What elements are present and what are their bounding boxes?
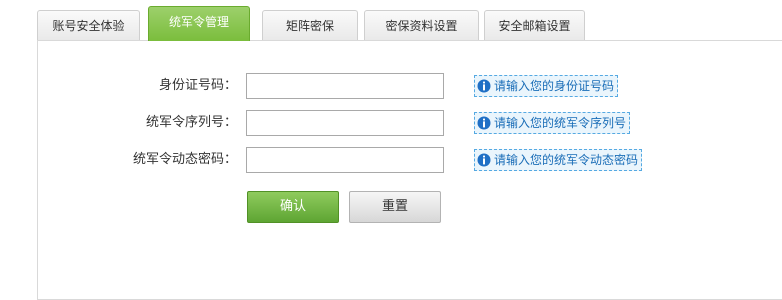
id-number-label: 身份证号码： xyxy=(158,78,237,93)
tab-bar: 账号安全体验 统军令管理 矩阵密保 密保资料设置 安全邮箱设置 xyxy=(0,0,782,42)
info-icon xyxy=(477,153,491,167)
reset-button[interactable]: 重置 xyxy=(349,191,441,223)
info-icon xyxy=(477,116,491,130)
id-number-row: 身份证号码： 请输入您的身份证号码 xyxy=(0,73,782,99)
info-icon xyxy=(477,79,491,93)
token-serial-label: 统军令序列号： xyxy=(145,115,237,130)
id-number-hint: 请输入您的身份证号码 xyxy=(474,75,619,97)
token-password-input[interactable] xyxy=(246,147,444,173)
tab-token-management[interactable]: 统军令管理 xyxy=(148,6,250,41)
token-serial-row: 统军令序列号： 请输入您的统军令序列号 xyxy=(0,110,782,136)
token-password-hint: 请输入您的统军令动态密码 xyxy=(474,149,643,171)
tab-matrix-security[interactable]: 矩阵密保 xyxy=(262,10,358,40)
token-password-label: 统军令动态密码： xyxy=(132,152,237,167)
token-serial-hint: 请输入您的统军令序列号 xyxy=(474,112,631,134)
token-password-hint-text: 请输入您的统军令动态密码 xyxy=(494,153,639,167)
token-serial-input[interactable] xyxy=(246,110,444,136)
id-number-hint-text: 请输入您的身份证号码 xyxy=(494,79,615,93)
id-number-input[interactable] xyxy=(246,73,444,99)
confirm-button[interactable]: 确认 xyxy=(247,191,339,223)
token-serial-hint-text: 请输入您的统军令序列号 xyxy=(494,116,627,130)
token-password-row: 统军令动态密码： 请输入您的统军令动态密码 xyxy=(0,147,782,173)
tab-security-email-settings[interactable]: 安全邮箱设置 xyxy=(484,10,585,40)
tab-account-security-check[interactable]: 账号安全体验 xyxy=(37,10,140,40)
tab-security-info-settings[interactable]: 密保资料设置 xyxy=(364,10,479,40)
